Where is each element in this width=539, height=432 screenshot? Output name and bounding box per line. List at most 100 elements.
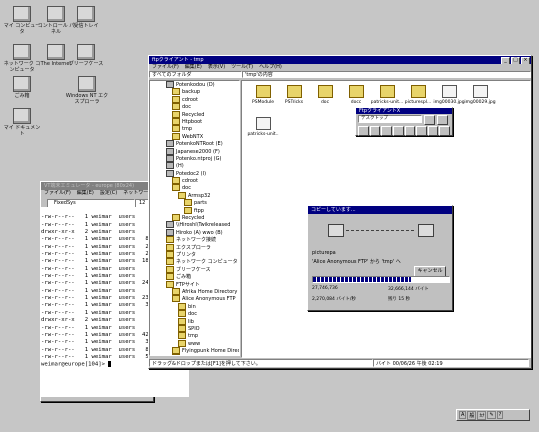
tree-item[interactable]: doc	[166, 103, 239, 111]
briefcase-icon[interactable]: ブリーフケース	[66, 44, 106, 67]
tree-item[interactable]: Recycled	[166, 214, 239, 222]
ime-pad-icon[interactable]: ✎	[487, 411, 496, 419]
copy-dialog-titlebar[interactable]: コピーしています...	[308, 206, 452, 214]
tree-item[interactable]: Armsp32	[166, 191, 239, 199]
recycle-bin-icon[interactable]: ごみ箱	[2, 76, 42, 99]
tree-item[interactable]: Flyingpunk Home Directo	[166, 347, 239, 355]
menu-edit[interactable]: 編集(E)	[185, 64, 202, 71]
tree-item[interactable]: エクスプローラ	[166, 243, 239, 251]
tree-item[interactable]: ブリーフケース	[166, 265, 239, 273]
tree-item[interactable]: doc	[166, 310, 239, 318]
tree-item[interactable]: cdroot	[166, 95, 239, 103]
tree-item[interactable]: doc	[166, 184, 239, 192]
tree-item[interactable]: Hiroko (A) wwo (B)	[166, 228, 239, 236]
close-button[interactable]: ×	[521, 57, 530, 64]
large-icons-icon[interactable]	[416, 126, 427, 136]
file-item[interactable]: PSModule	[246, 85, 280, 105]
up-folder-icon[interactable]	[424, 115, 435, 125]
tree-item[interactable]: Afrika Home Directory	[166, 287, 239, 295]
tree-item[interactable]: プリンタ	[166, 250, 239, 258]
file-item[interactable]: img00030.jpg	[432, 85, 466, 105]
tree-item[interactable]: Recycled	[166, 110, 239, 118]
pane-headers: すべてのフォルダ 'tmp'の内容	[149, 71, 531, 78]
tree-item[interactable]: Potenkodou (D)	[166, 81, 239, 88]
terminal-menu-file[interactable]: ファイル(F)	[44, 190, 71, 197]
tree-item-label: doc	[188, 311, 197, 318]
address-combo[interactable]: デスクトップ	[358, 115, 422, 123]
tree-item[interactable]: backup	[166, 88, 239, 96]
file-item[interactable]: patricks-unit..	[246, 117, 280, 137]
tree-item[interactable]: Potenko.ntproj (G)	[166, 154, 239, 162]
source-computer-icon	[328, 224, 344, 237]
folder-icon	[172, 110, 180, 118]
tree-item-label: ブリーフケース	[176, 266, 211, 273]
ftp-toolbar-titlebar[interactable]: FtpクライアントX	[356, 108, 452, 114]
ime-conversion-icon[interactable]: 般	[467, 410, 477, 420]
menu-file[interactable]: ファイル(F)	[152, 64, 179, 71]
properties-icon[interactable]	[404, 126, 416, 136]
tree-item-label: cdroot	[182, 96, 198, 103]
tree-item[interactable]: (H)	[166, 162, 239, 170]
terminal-menu-settings[interactable]: 設定(C)	[100, 190, 117, 197]
tree-item[interactable]: bin	[166, 302, 239, 310]
tree-item[interactable]: ネットワーク接続	[166, 236, 239, 244]
file-item[interactable]: PSTricks	[277, 85, 311, 105]
tree-item[interactable]: cdroot	[166, 177, 239, 185]
file-item[interactable]: picturespl...	[401, 85, 435, 105]
tree-item[interactable]: FTPサイト	[166, 280, 239, 288]
terminal-titlebar[interactable]: VT端末エミュレータ - europe (80x24)	[41, 182, 153, 190]
tree-item-label: SPIO	[188, 325, 200, 332]
file-item[interactable]: doc	[308, 85, 342, 105]
tree-item[interactable]: ごみ箱	[166, 273, 239, 281]
transfer-rate: 2,270,084 バイト/秒	[312, 297, 356, 302]
tree-item[interactable]: tmp	[166, 125, 239, 133]
minimize-button[interactable]: _	[501, 57, 510, 64]
folder-icon	[166, 236, 174, 244]
paste-icon[interactable]	[381, 126, 392, 136]
tree-item-label: Potenko.ntproj (G)	[176, 155, 222, 162]
tree-item[interactable]: parts	[166, 199, 239, 207]
ime-kana-icon[interactable]: ｶﾅ	[477, 410, 487, 420]
tree-item[interactable]: \\Hiroshi\Twikreleased	[166, 221, 239, 229]
tree-item[interactable]: PotenkoNTRoot (E)	[166, 140, 239, 148]
tree-item[interactable]: ネットワーク コンピュータ	[166, 258, 239, 266]
map-drive-icon[interactable]	[437, 115, 448, 125]
list-icon[interactable]	[427, 126, 439, 136]
menu-help[interactable]: ヘルプ(H)	[259, 64, 282, 71]
ime-mode-icon[interactable]: A	[459, 411, 467, 419]
ftp-toolbar-row2	[356, 126, 452, 136]
tree-item[interactable]: WebNTX	[166, 132, 239, 140]
menu-tools[interactable]: ツール(T)	[231, 64, 253, 71]
maximize-button[interactable]: □	[511, 57, 520, 64]
folder-icon	[178, 302, 186, 310]
explorer-titlebar[interactable]: ftpクライアント - tmp _ □ ×	[149, 56, 531, 64]
tree-item[interactable]: www	[166, 339, 239, 347]
copy-icon[interactable]	[369, 126, 381, 136]
folder-tree[interactable]: Potenkodou (D) backup cdroot doc Recycled Htp…	[149, 80, 240, 356]
transfer-animation	[316, 222, 444, 244]
file-item[interactable]: img00029.jpg	[463, 85, 497, 105]
terminal-menu-edit[interactable]: 編集(E)	[77, 190, 94, 197]
menu-view[interactable]: 表示(V)	[208, 64, 225, 71]
details-icon[interactable]	[439, 126, 450, 136]
ftp-toolbar-row1: デスクトップ	[356, 114, 452, 126]
tree-item[interactable]: SPIO	[166, 324, 239, 332]
ime-help-icon[interactable]: ?	[496, 411, 504, 419]
tree-item[interactable]: Japanese2000 (F)	[166, 147, 239, 155]
documents-icon[interactable]: マイ ドキュメント	[2, 108, 42, 137]
cut-icon[interactable]	[358, 126, 369, 136]
tree-item[interactable]: punTMNaAfrika	[166, 354, 239, 355]
tree-item[interactable]: tmp	[166, 332, 239, 340]
delete-icon[interactable]	[392, 126, 404, 136]
inbox-icon[interactable]: 受信トレイ	[66, 6, 106, 29]
right-pane-header: 'tmp'の内容	[242, 71, 531, 78]
file-item[interactable]: patricks-unit...	[370, 85, 404, 105]
file-item[interactable]: docc	[339, 85, 373, 105]
tree-item[interactable]: lib	[166, 317, 239, 325]
tree-item[interactable]: Htpboot	[166, 117, 239, 125]
explorer-icon[interactable]: Windows NT エクスプローラ	[64, 76, 110, 105]
tree-item[interactable]: ftpp	[166, 206, 239, 214]
tree-item[interactable]: Alice Anonymous FTP	[166, 295, 239, 303]
bytes-done: 27,746,736	[312, 286, 338, 291]
tree-item[interactable]: Potedoc2 (I)	[166, 169, 239, 177]
